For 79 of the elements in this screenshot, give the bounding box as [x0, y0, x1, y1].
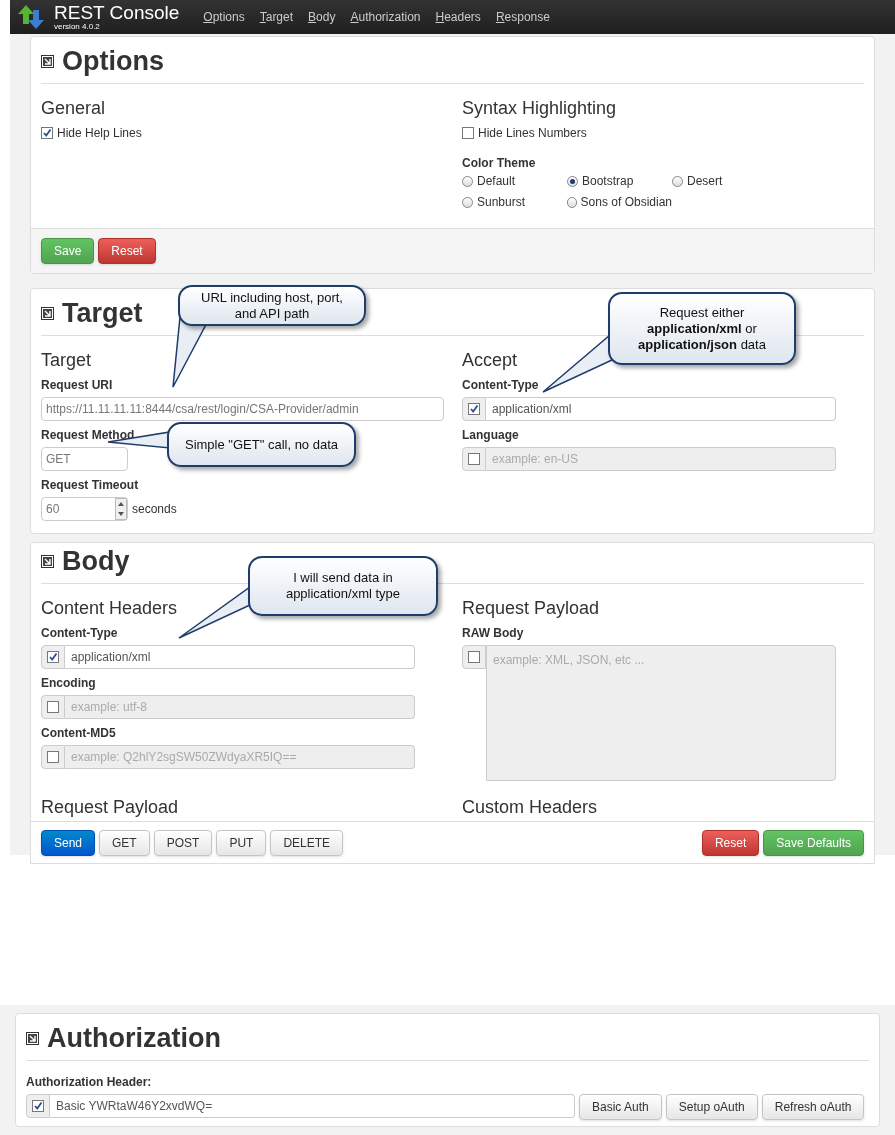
checkbox[interactable]	[468, 403, 480, 415]
nav-link[interactable]: Headers	[435, 8, 481, 26]
checkbox[interactable]	[468, 453, 480, 465]
checkbox[interactable]	[462, 127, 474, 139]
action-button[interactable]: Basic Auth	[579, 1094, 662, 1120]
collapse-icon[interactable]	[41, 306, 54, 320]
action-button[interactable]: PUT	[216, 829, 267, 856]
radio-button[interactable]	[462, 175, 473, 187]
logo-icon	[18, 4, 46, 30]
field-label: Content-MD5	[41, 725, 116, 742]
unit-label: seconds	[132, 501, 177, 518]
action-button[interactable]: DELETE	[270, 829, 344, 856]
callout-bubble: Request either application/xml or application/json data	[608, 292, 796, 365]
radio-button[interactable]	[672, 175, 683, 187]
input-field[interactable]: GET	[41, 447, 128, 471]
checkbox[interactable]	[47, 651, 59, 663]
field-label: Request Method	[41, 427, 135, 444]
field-label: Request Timeout	[41, 477, 139, 494]
nav-link[interactable]: Target	[259, 8, 294, 26]
radio-label: Default	[477, 173, 516, 190]
section-title: Options	[62, 45, 164, 78]
app-version: version 4.0.2	[54, 23, 101, 31]
nav-link[interactable]: Options	[203, 8, 245, 26]
collapse-icon[interactable]	[26, 1031, 39, 1045]
radio-button[interactable]	[567, 196, 577, 208]
action-button[interactable]: GET	[99, 829, 150, 856]
action-button[interactable]: Refresh oAuth	[761, 1094, 865, 1120]
input-field[interactable]: Basic YWRtaW46Y2xvdWQ=	[50, 1094, 575, 1118]
checkbox[interactable]	[47, 751, 59, 763]
checkbox[interactable]	[32, 1100, 44, 1112]
callout-bubble: I will send data in application/xml type	[248, 556, 438, 616]
checkbox[interactable]	[47, 701, 59, 713]
radio-label: Bootstrap	[582, 173, 634, 190]
radio-label: Desert	[687, 173, 723, 190]
section-title: Target	[62, 297, 143, 330]
field-label: Color Theme	[462, 155, 537, 172]
action-button[interactable]: Reset	[98, 238, 156, 264]
field-label: Encoding	[41, 675, 96, 692]
input-field[interactable]: application/xml	[65, 645, 415, 669]
group-heading: Content Headers	[41, 597, 179, 620]
checkbox[interactable]	[468, 651, 480, 663]
checkbox-label: Hide Lines Numbers	[478, 125, 587, 142]
radio-label: Sons of Obsidian	[580, 194, 672, 211]
group-heading: Target	[41, 349, 93, 372]
section-title: Body	[62, 545, 130, 578]
nav-link[interactable]: Authorization	[350, 8, 421, 26]
nav-link[interactable]: Response	[495, 8, 550, 26]
spinner-icon[interactable]	[115, 498, 127, 520]
checkbox[interactable]	[41, 127, 53, 139]
number-field[interactable]: 60	[41, 497, 128, 521]
radio-label: Sunburst	[477, 194, 526, 211]
field-label: Content-Type	[462, 377, 539, 394]
group-heading: Syntax Highlighting	[462, 97, 618, 120]
radio-button[interactable]	[567, 175, 578, 187]
group-heading: Custom Headers	[462, 796, 598, 819]
group-heading: Request Payload	[462, 597, 601, 620]
radio-button[interactable]	[462, 196, 473, 208]
action-button[interactable]: Reset	[701, 829, 760, 856]
field-label: Content-Type	[41, 625, 118, 642]
checkbox-label: Hide Help Lines	[57, 125, 142, 142]
action-button[interactable]: Setup oAuth	[665, 1094, 758, 1120]
group-heading: General	[41, 97, 107, 120]
collapse-icon[interactable]	[41, 554, 54, 568]
section-title: Authorization	[47, 1022, 221, 1055]
field-label: RAW Body	[462, 625, 524, 642]
input-field[interactable]: https://11.11.11.11:8444/csa/rest/login/CSA-Provider/admin	[41, 397, 444, 421]
field-label: Request URI	[41, 377, 113, 394]
group-heading: Accept	[462, 349, 519, 372]
collapse-icon[interactable]	[41, 54, 54, 68]
send-button[interactable]: Send	[41, 829, 96, 856]
field-label: Language	[462, 427, 519, 444]
callout-bubble: URL including host, port, and API path	[178, 285, 366, 326]
action-button[interactable]: POST	[153, 829, 213, 856]
callout-bubble: Simple "GET" call, no data	[167, 422, 356, 467]
field-label: Authorization Header:	[26, 1074, 152, 1091]
group-heading: Request Payload	[41, 796, 180, 819]
app-title: REST Console	[54, 3, 180, 22]
input-field[interactable]: application/xml	[486, 397, 836, 421]
nav-link[interactable]: Body	[308, 8, 336, 26]
